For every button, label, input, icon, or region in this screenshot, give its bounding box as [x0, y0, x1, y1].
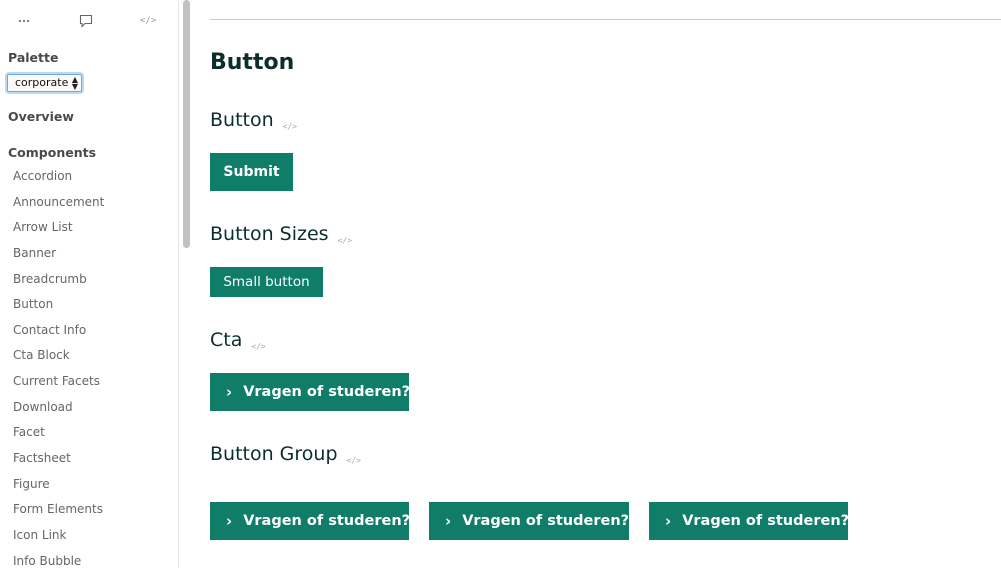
group-button-label: Vragen of studeren?	[682, 513, 850, 529]
sidebar-toolbar: </>	[0, 12, 178, 30]
chevron-right-icon: ›	[226, 512, 233, 530]
section-title: Button Sizes	[210, 223, 329, 245]
code-icon[interactable]: </>	[347, 456, 361, 465]
chevron-right-icon: ›	[445, 512, 452, 530]
palette-select-value: corporate	[15, 76, 69, 89]
small-button[interactable]: Small button	[210, 267, 323, 297]
code-icon[interactable]: </>	[283, 122, 297, 131]
sidebar-item-current-facets[interactable]: Current Facets	[13, 373, 104, 399]
group-button-2[interactable]: › Vragen of studeren?	[429, 502, 629, 540]
cta-button-label: Vragen of studeren?	[243, 384, 411, 400]
palette-label: Palette	[8, 50, 59, 65]
sidebar-item-info-bubble[interactable]: Info Bubble	[13, 553, 104, 568]
group-button-3[interactable]: › Vragen of studeren?	[649, 502, 850, 540]
code-icon[interactable]: </>	[140, 12, 158, 30]
more-dots-icon[interactable]	[17, 12, 31, 30]
main-content: Button Button </> Submit Button Sizes </…	[192, 0, 1001, 568]
section-title: Cta	[210, 329, 243, 351]
sidebar-scrollbar[interactable]	[183, 0, 190, 248]
sidebar-item-contact-info[interactable]: Contact Info	[13, 322, 104, 348]
chevron-right-icon: ›	[665, 512, 672, 530]
section-heading-button-sizes: Button Sizes </>	[210, 223, 352, 245]
nav-components-heading: Components	[8, 145, 97, 160]
sidebar-item-arrow-list[interactable]: Arrow List	[13, 219, 104, 245]
comment-icon[interactable]	[78, 12, 94, 30]
section-title: Button Group	[210, 443, 338, 465]
group-button-1[interactable]: › Vragen of studeren?	[210, 502, 411, 540]
sidebar-item-breadcrumb[interactable]: Breadcrumb	[13, 271, 104, 297]
cta-button[interactable]: › Vragen of studeren?	[210, 373, 411, 411]
section-heading-cta: Cta </>	[210, 329, 266, 351]
sidebar-item-accordion[interactable]: Accordion	[13, 168, 104, 194]
sidebar-item-facet[interactable]: Facet	[13, 424, 104, 450]
divider	[210, 19, 1001, 20]
sidebar-item-button[interactable]: Button	[13, 296, 104, 322]
sidebar-item-cta-block[interactable]: Cta Block	[13, 347, 104, 373]
sidebar-item-banner[interactable]: Banner	[13, 245, 104, 271]
page-title: Button	[210, 50, 295, 75]
code-icon[interactable]: </>	[338, 236, 352, 245]
sidebar-item-announcement[interactable]: Announcement	[13, 194, 104, 220]
code-icon[interactable]: </>	[251, 342, 265, 351]
sidebar-item-factsheet[interactable]: Factsheet	[13, 450, 104, 476]
section-heading-button: Button </>	[210, 109, 297, 131]
section-title: Button	[210, 109, 274, 131]
nav-overview[interactable]: Overview	[8, 109, 74, 124]
components-list: Accordion Announcement Arrow List Banner…	[13, 168, 104, 568]
sidebar-item-download[interactable]: Download	[13, 399, 104, 425]
select-arrows-icon: ▲ ▼	[71, 75, 78, 91]
sidebar-item-form-elements[interactable]: Form Elements	[13, 501, 104, 527]
chevron-right-icon: ›	[226, 383, 233, 401]
group-button-label: Vragen of studeren?	[462, 513, 630, 529]
sidebar-item-icon-link[interactable]: Icon Link	[13, 527, 104, 553]
group-button-label: Vragen of studeren?	[243, 513, 411, 529]
sidebar-item-figure[interactable]: Figure	[13, 476, 104, 502]
palette-select[interactable]: corporate ▲ ▼	[7, 74, 82, 92]
section-heading-button-group: Button Group </>	[210, 443, 361, 465]
submit-button[interactable]: Submit	[210, 153, 293, 191]
sidebar: </> Palette corporate ▲ ▼ Overview Compon…	[0, 0, 179, 568]
